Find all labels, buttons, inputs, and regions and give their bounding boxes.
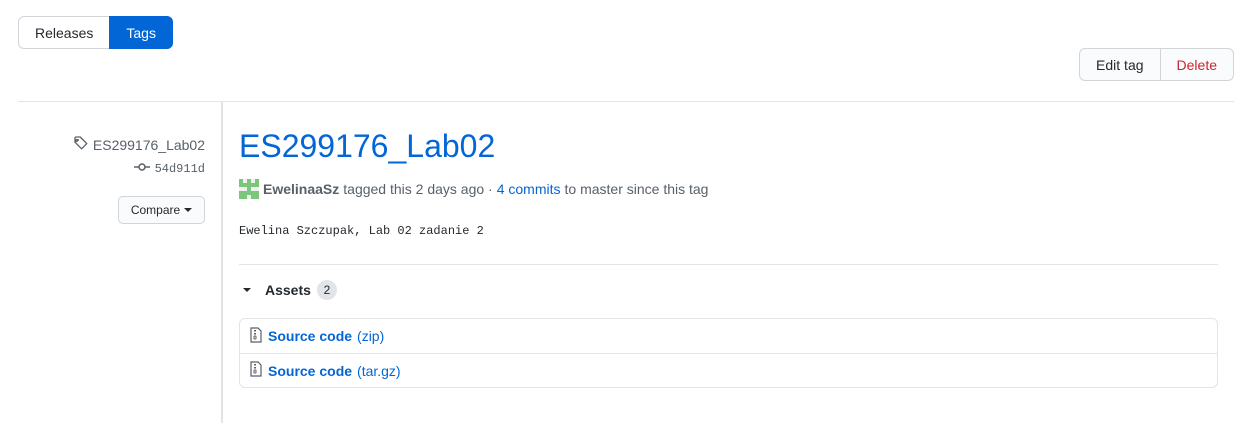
compare-button[interactable]: Compare xyxy=(118,196,205,224)
tag-link[interactable]: ES299176_Lab02 xyxy=(73,135,205,154)
commit-link[interactable]: 54d911d xyxy=(133,162,205,176)
assets-count-badge: 2 xyxy=(316,280,337,300)
file-zip-icon xyxy=(249,361,263,380)
assets-toggle[interactable]: Assets 2 xyxy=(239,280,337,300)
tag-actions: Edit tag Delete xyxy=(1079,48,1234,81)
caret-down-icon xyxy=(184,208,193,212)
git-commit-icon xyxy=(133,162,150,176)
tag-icon xyxy=(73,135,89,154)
release-description: Ewelina Szczupak, Lab 02 zadanie 2 xyxy=(239,224,484,238)
timeline-divider xyxy=(221,102,223,423)
caret-down-icon xyxy=(243,288,251,292)
tab-releases[interactable]: Releases xyxy=(18,16,111,49)
divider xyxy=(239,264,1218,265)
tag-name: ES299176_Lab02 xyxy=(92,136,205,153)
asset-ext[interactable]: (tar.gz) xyxy=(357,363,401,379)
release-title[interactable]: ES299176_Lab02 xyxy=(239,128,495,165)
tagged-text: tagged this 2 days ago · xyxy=(343,181,493,197)
asset-name[interactable]: Source code xyxy=(268,363,352,379)
delete-button[interactable]: Delete xyxy=(1159,48,1234,81)
commit-sha: 54d911d xyxy=(154,162,205,176)
release-tabs: Releases Tags xyxy=(18,16,173,49)
divider xyxy=(18,101,1234,102)
tab-tags[interactable]: Tags xyxy=(109,16,173,49)
assets-list: Source code (zip) Source code (tar.gz) xyxy=(239,318,1218,388)
since-text: to master since this tag xyxy=(564,181,709,197)
asset-item-zip[interactable]: Source code (zip) xyxy=(240,319,1217,353)
asset-item-tar-gz[interactable]: Source code (tar.gz) xyxy=(240,353,1217,387)
avatar[interactable] xyxy=(239,179,259,199)
asset-ext[interactable]: (zip) xyxy=(357,328,384,344)
compare-label: Compare xyxy=(130,203,181,217)
asset-name[interactable]: Source code xyxy=(268,328,352,344)
edit-tag-button[interactable]: Edit tag xyxy=(1079,48,1161,81)
file-zip-icon xyxy=(249,326,263,346)
release-meta: EwelinaaSz tagged this 2 days ago · 4 co… xyxy=(239,179,708,199)
author-link[interactable]: EwelinaaSz xyxy=(263,181,339,197)
assets-label: Assets xyxy=(265,282,311,298)
commits-link[interactable]: 4 commits xyxy=(497,181,561,197)
